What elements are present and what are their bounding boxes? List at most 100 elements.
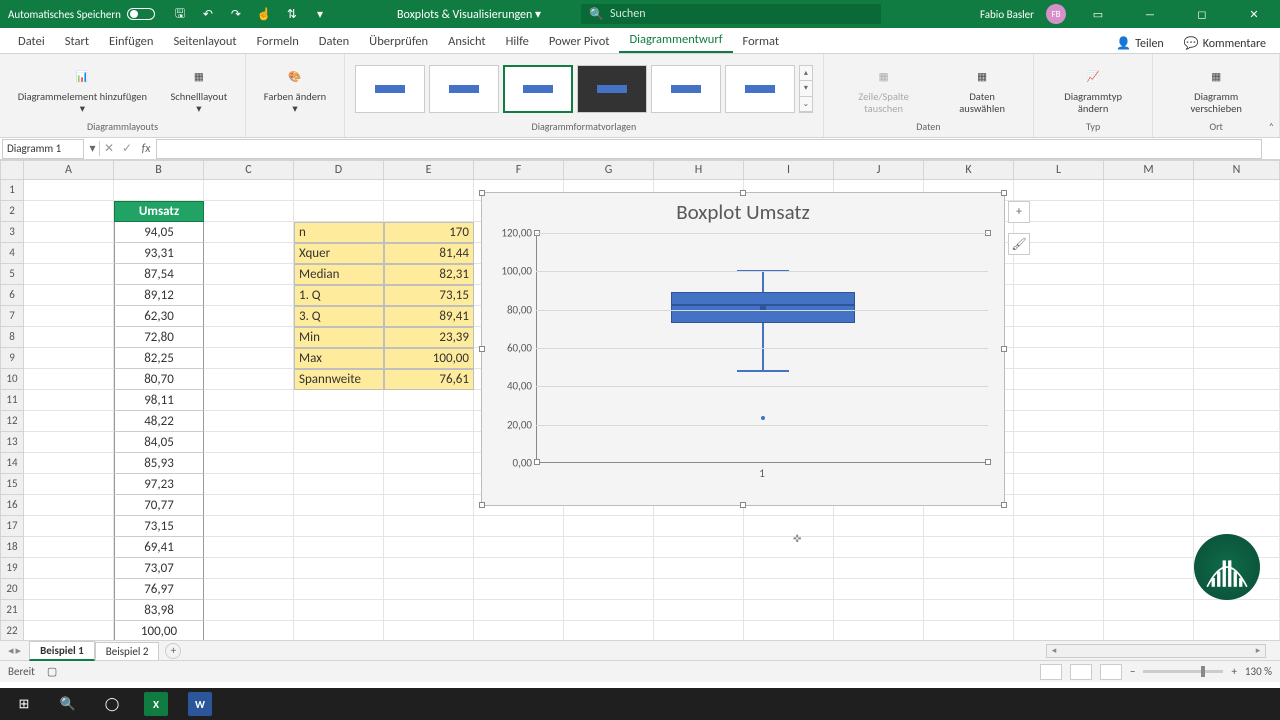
resize-handle[interactable] <box>740 502 746 508</box>
cell[interactable] <box>1194 474 1280 495</box>
col-header[interactable]: C <box>204 160 294 180</box>
cell[interactable] <box>384 537 474 558</box>
row-header[interactable]: 7 <box>0 306 24 327</box>
cell[interactable]: 72,80 <box>114 327 204 348</box>
sheet-nav[interactable]: ◂▸ <box>0 644 29 657</box>
cell[interactable] <box>1104 327 1194 348</box>
cell[interactable]: 82,31 <box>384 264 474 285</box>
cell[interactable] <box>24 243 114 264</box>
cell[interactable] <box>654 621 744 640</box>
cell[interactable] <box>24 600 114 621</box>
cell[interactable] <box>294 180 384 201</box>
cell[interactable] <box>834 621 924 640</box>
cell[interactable] <box>24 474 114 495</box>
cell[interactable] <box>834 516 924 537</box>
gallery-scroll[interactable]: ▴▾⌄ <box>799 65 813 113</box>
page-layout-button[interactable] <box>1070 664 1092 680</box>
cell[interactable] <box>294 516 384 537</box>
row-header[interactable]: 11 <box>0 390 24 411</box>
col-header[interactable]: I <box>744 160 834 180</box>
quick-layout-button[interactable]: ▦Schnelllayout ▾ <box>163 61 235 116</box>
search-taskbar-icon[interactable]: 🔍 <box>48 689 88 719</box>
col-header[interactable]: H <box>654 160 744 180</box>
tab-start[interactable]: Start <box>55 30 99 53</box>
resize-handle[interactable] <box>740 190 746 196</box>
cell[interactable] <box>474 558 564 579</box>
chart-style-4[interactable] <box>577 65 647 113</box>
search-box[interactable]: 🔍 Suchen <box>581 4 881 24</box>
cell[interactable] <box>1194 516 1280 537</box>
cell[interactable] <box>1014 390 1104 411</box>
cell[interactable] <box>1104 516 1194 537</box>
cell[interactable] <box>294 558 384 579</box>
cell[interactable] <box>204 264 294 285</box>
add-sheet-button[interactable]: + <box>165 643 181 659</box>
cell[interactable] <box>384 411 474 432</box>
cell[interactable] <box>1104 222 1194 243</box>
fx-icon[interactable]: fx <box>136 142 156 156</box>
cell[interactable] <box>1194 348 1280 369</box>
cell[interactable] <box>384 621 474 640</box>
cell[interactable] <box>204 201 294 222</box>
cell[interactable] <box>1104 495 1194 516</box>
cell[interactable] <box>384 201 474 222</box>
cell[interactable]: Max <box>294 348 384 369</box>
cell[interactable] <box>924 600 1014 621</box>
cell[interactable] <box>204 621 294 640</box>
cell[interactable] <box>204 453 294 474</box>
ribbon-mode-icon[interactable]: ▭ <box>1078 0 1118 28</box>
chart-styles-button[interactable]: 🖌 <box>1008 233 1030 255</box>
cell[interactable] <box>24 516 114 537</box>
row-header[interactable]: 22 <box>0 621 24 640</box>
cell[interactable] <box>1194 432 1280 453</box>
cell[interactable] <box>294 579 384 600</box>
row-header[interactable]: 3 <box>0 222 24 243</box>
cell[interactable]: n <box>294 222 384 243</box>
cell[interactable] <box>204 516 294 537</box>
zoom-level[interactable]: 130 % <box>1245 665 1272 678</box>
tab-power-pivot[interactable]: Power Pivot <box>539 30 620 53</box>
cell[interactable] <box>384 432 474 453</box>
cell[interactable]: 85,93 <box>114 453 204 474</box>
cell[interactable] <box>24 495 114 516</box>
cell[interactable] <box>384 474 474 495</box>
cell[interactable] <box>294 537 384 558</box>
spreadsheet-grid[interactable]: A B C D E F G H I J K L M N 123456789101… <box>0 160 1280 640</box>
enter-formula-icon[interactable]: ✓ <box>118 141 136 156</box>
cell[interactable] <box>834 558 924 579</box>
cell[interactable] <box>204 306 294 327</box>
name-box[interactable]: Diagramm 1 <box>2 139 84 159</box>
cell[interactable] <box>1014 495 1104 516</box>
cancel-formula-icon[interactable]: ✕ <box>100 141 118 156</box>
cell[interactable] <box>1194 222 1280 243</box>
cell[interactable] <box>24 369 114 390</box>
col-header[interactable]: B <box>114 160 204 180</box>
horizontal-scrollbar[interactable]: ◂▸ <box>1046 644 1266 658</box>
cell[interactable]: Umsatz <box>114 201 204 222</box>
cell[interactable] <box>294 432 384 453</box>
name-box-dropdown[interactable]: ▾ <box>86 141 100 156</box>
cell[interactable] <box>1194 243 1280 264</box>
cell[interactable] <box>1194 390 1280 411</box>
normal-view-button[interactable] <box>1040 664 1062 680</box>
cell[interactable] <box>1104 264 1194 285</box>
cell[interactable] <box>204 558 294 579</box>
cell[interactable] <box>744 537 834 558</box>
cell[interactable] <box>384 180 474 201</box>
cell[interactable] <box>24 264 114 285</box>
sort-icon[interactable]: ⇅ <box>285 7 299 21</box>
cell[interactable] <box>1104 474 1194 495</box>
cell[interactable] <box>204 579 294 600</box>
cell[interactable]: 73,15 <box>114 516 204 537</box>
cell[interactable]: 98,11 <box>114 390 204 411</box>
row-header[interactable]: 16 <box>0 495 24 516</box>
cell[interactable] <box>1014 600 1104 621</box>
cell[interactable] <box>474 621 564 640</box>
tab-einfuegen[interactable]: Einfügen <box>99 30 163 53</box>
tab-ansicht[interactable]: Ansicht <box>438 30 495 53</box>
cell[interactable] <box>384 495 474 516</box>
cell[interactable] <box>1194 201 1280 222</box>
col-header[interactable]: N <box>1194 160 1280 180</box>
cell[interactable] <box>1104 537 1194 558</box>
cell[interactable] <box>24 432 114 453</box>
